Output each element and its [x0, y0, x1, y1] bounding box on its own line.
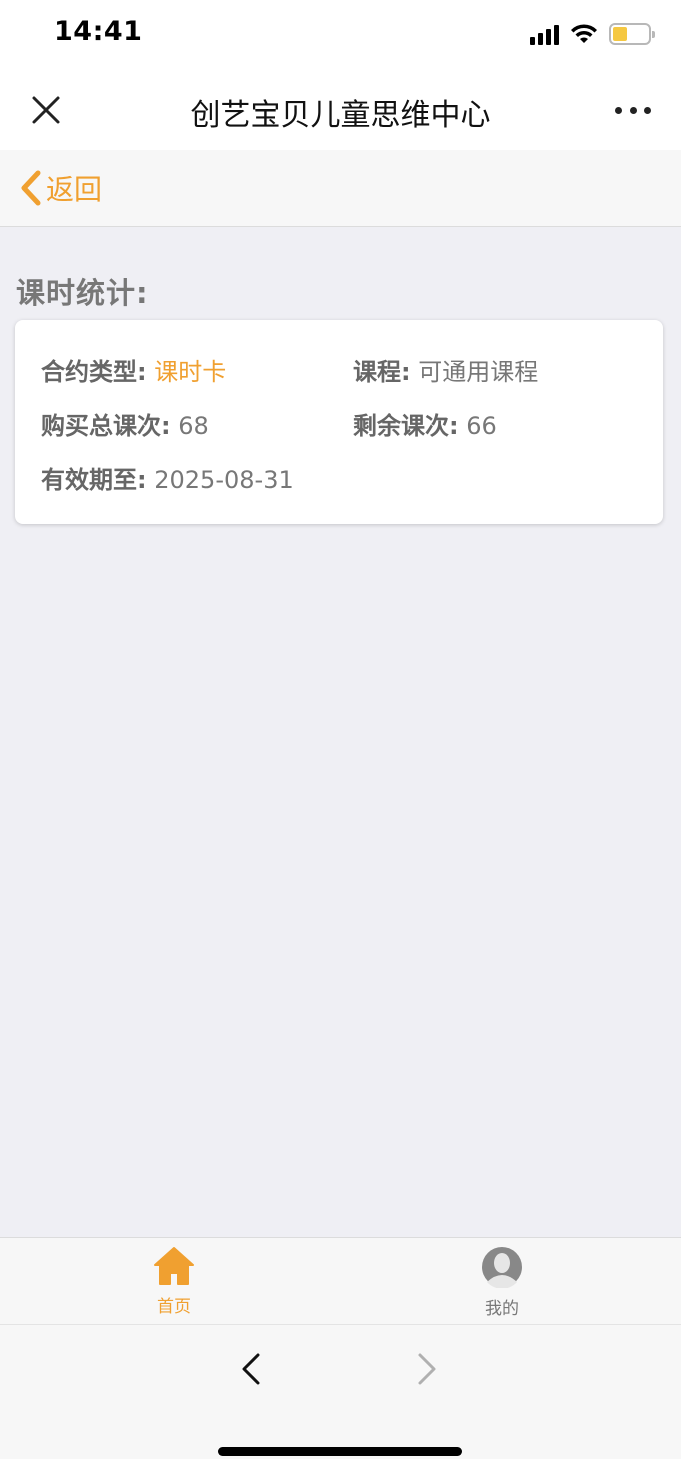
cellular-signal-icon: [530, 23, 559, 45]
chevron-left-icon: [21, 170, 41, 206]
stat-label: 有效期至:: [41, 466, 147, 494]
tab-label: 首页: [157, 1297, 191, 1317]
stat-valid-until: 有效期至: 2025-08-31: [41, 460, 294, 495]
stat-value: 课时卡: [154, 358, 227, 386]
page-title: 创艺宝贝儿童思维中心: [190, 98, 491, 133]
browser-toolbar: [0, 1324, 681, 1459]
home-indicator: [218, 1447, 462, 1456]
stat-value: 68: [178, 412, 209, 440]
battery-icon: [609, 23, 655, 45]
tab-bar: 首页 我的: [0, 1237, 681, 1324]
stat-remaining: 剩余课次: 66: [353, 406, 497, 441]
stat-contract-type: 合约类型: 课时卡: [41, 352, 226, 387]
back-bar: 返回: [0, 150, 681, 227]
tab-home[interactable]: 首页: [124, 1246, 224, 1317]
stat-value: 可通用课程: [418, 358, 539, 386]
stat-total-purchased: 购买总课次: 68: [41, 406, 209, 441]
section-title: 课时统计:: [16, 276, 149, 310]
tab-mine[interactable]: 我的: [452, 1246, 552, 1319]
back-label: 返回: [46, 173, 103, 206]
status-bar: 14:41: [0, 0, 681, 70]
status-time: 14:41: [54, 16, 143, 47]
status-icons: [530, 20, 655, 48]
stat-label: 购买总课次:: [41, 412, 171, 440]
more-options-icon[interactable]: [615, 98, 651, 122]
tab-label: 我的: [485, 1299, 519, 1319]
stat-label: 合约类型:: [41, 358, 147, 386]
browser-back-icon[interactable]: [236, 1349, 266, 1389]
stat-value: 66: [466, 412, 497, 440]
stat-value: 2025-08-31: [154, 466, 294, 494]
wifi-icon: [571, 24, 597, 43]
nav-bar: 创艺宝贝儿童思维中心: [0, 70, 681, 150]
stat-label: 剩余课次:: [353, 412, 459, 440]
home-icon: [154, 1247, 194, 1285]
browser-forward-icon[interactable]: [412, 1349, 442, 1389]
stat-course: 课程: 可通用课程: [353, 352, 538, 387]
stat-label: 课程:: [353, 358, 411, 386]
lesson-stats-card: 合约类型: 课时卡 课程: 可通用课程 购买总课次: 68 剩余课次: 66 有…: [15, 320, 663, 524]
back-button[interactable]: 返回: [18, 168, 102, 208]
user-icon: [482, 1247, 522, 1288]
